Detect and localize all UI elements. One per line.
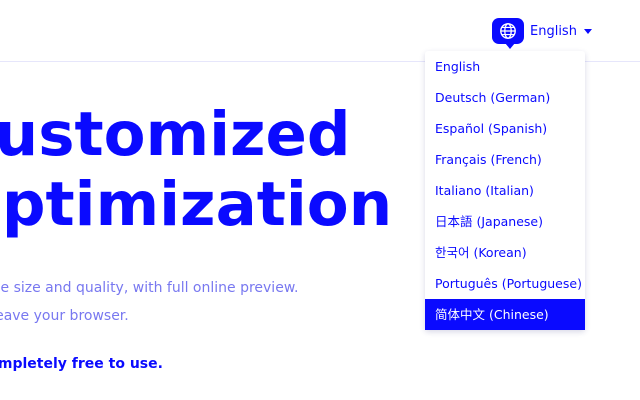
chevron-down-icon [583,28,592,34]
language-selector-button[interactable]: English [492,16,592,49]
hero-subtitle-line-1: Choose the size and quality, with full o… [0,280,299,296]
globe-icon [492,18,524,49]
hero-title: Customized Optimization [0,100,392,240]
language-dropdown-menu: English Deutsch (German) Español (Spanis… [425,51,585,330]
hero-title-line-1: Customized [0,99,351,170]
hero-subtitle-line-2: Never leave your browser. [0,308,129,324]
page: English Customized Optimization Choose t… [0,0,640,400]
language-option-portuguese[interactable]: Português (Portuguese) [425,268,585,299]
language-option-japanese[interactable]: 日本語 (Japanese) [425,206,585,237]
language-selector-label: English [530,23,577,39]
hero-free-text: Completely free to use. [0,356,163,372]
language-option-french[interactable]: Français (French) [425,144,585,175]
language-option-korean[interactable]: 한국어 (Korean) [425,237,585,268]
hero-title-line-2: Optimization [0,169,393,240]
language-option-spanish[interactable]: Español (Spanish) [425,113,585,144]
language-option-chinese[interactable]: 简体中文 (Chinese) [425,299,585,330]
language-option-english[interactable]: English [425,51,585,82]
language-option-italian[interactable]: Italiano (Italian) [425,175,585,206]
language-option-german[interactable]: Deutsch (German) [425,82,585,113]
